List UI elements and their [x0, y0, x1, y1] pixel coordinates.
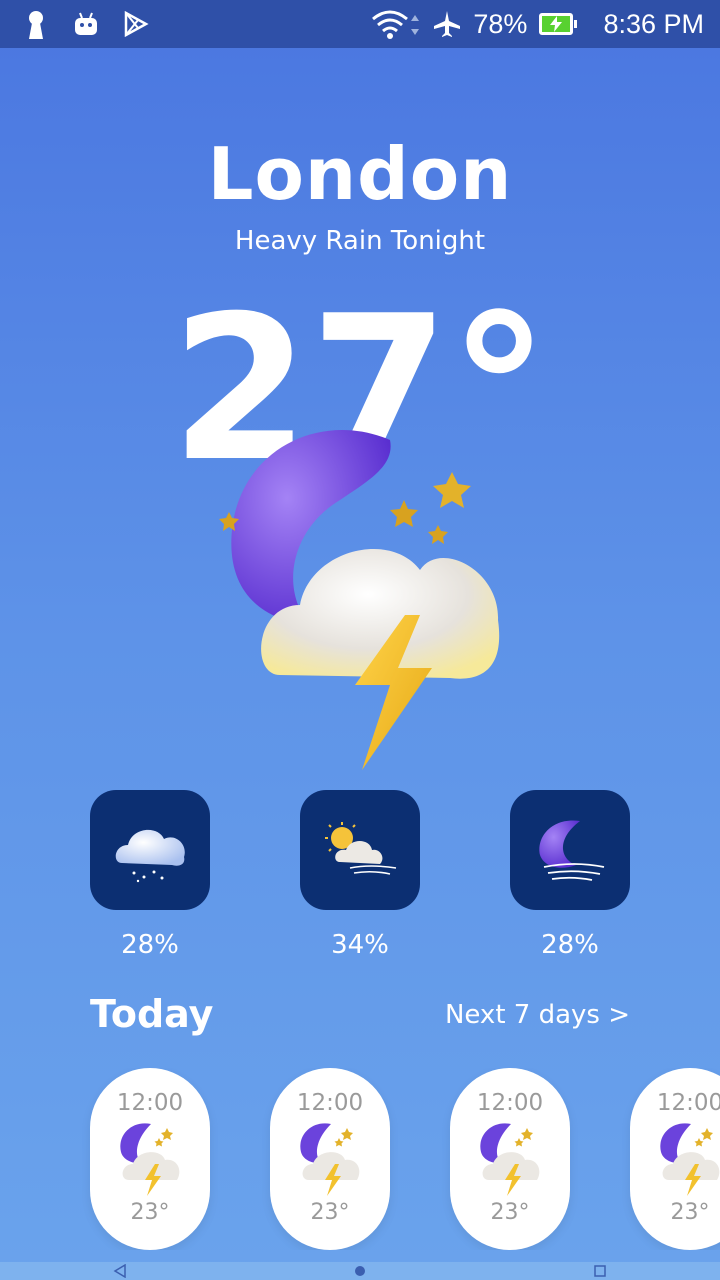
hour-card[interactable]: 12:00 23° [270, 1068, 390, 1250]
airplane-icon [433, 10, 461, 38]
condition-percent: 28% [121, 930, 179, 960]
hour-card[interactable]: 12:00 23° [90, 1068, 210, 1250]
condition-tile[interactable] [300, 790, 420, 910]
hour-temp: 23° [670, 1200, 710, 1225]
condition-percent: 28% [541, 930, 599, 960]
hour-card[interactable]: 12:00 23° [630, 1068, 720, 1250]
recents-icon[interactable] [593, 1264, 607, 1278]
condition-tile[interactable] [510, 790, 630, 910]
moon-cloud-lightning-icon [200, 420, 520, 780]
moon-wind-icon [539, 820, 605, 881]
clock: 8:36 PM [603, 8, 704, 39]
conditions-row: 28% 34% 28% [0, 790, 720, 970]
moon-cloud-lightning-icon [480, 1123, 540, 1196]
today-label: Today [90, 992, 214, 1036]
moon-cloud-lightning-icon [300, 1123, 360, 1196]
battery-charging-icon [539, 13, 578, 35]
battery-percent: 78% [473, 8, 528, 39]
keyhole-icon [22, 10, 50, 39]
moon-cloud-lightning-icon [660, 1123, 720, 1196]
next-7-days-link[interactable]: Next 7 days > [445, 1000, 630, 1030]
hourly-forecast-list[interactable]: 12:00 23° 12:00 23° 12:00 23° 12:00 23° [0, 1068, 720, 1250]
home-icon[interactable] [353, 1264, 367, 1278]
hour-time: 12:00 [116, 1090, 184, 1116]
hour-temp: 23° [490, 1200, 530, 1225]
hour-time: 12:00 [296, 1090, 364, 1116]
hour-temp: 23° [310, 1200, 350, 1225]
android-icon [72, 10, 100, 38]
status-bar: 78% 8:36 PM [0, 0, 720, 48]
condition-tile[interactable] [90, 790, 210, 910]
snow-cloud-icon [115, 829, 185, 883]
hour-time: 12:00 [656, 1090, 720, 1116]
play-store-icon [122, 10, 150, 38]
wifi-icon [371, 10, 421, 39]
back-icon[interactable] [113, 1264, 127, 1278]
moon-cloud-lightning-icon [120, 1123, 180, 1196]
weather-summary: Heavy Rain Tonight [234, 226, 486, 256]
condition-percent: 34% [331, 930, 389, 960]
sun-cloud-wind-icon [325, 822, 397, 875]
city-name: London [207, 132, 513, 216]
hour-card[interactable]: 12:00 23° [450, 1068, 570, 1250]
hour-temp: 23° [130, 1200, 170, 1225]
hour-time: 12:00 [476, 1090, 544, 1116]
navigation-bar [0, 1262, 720, 1280]
